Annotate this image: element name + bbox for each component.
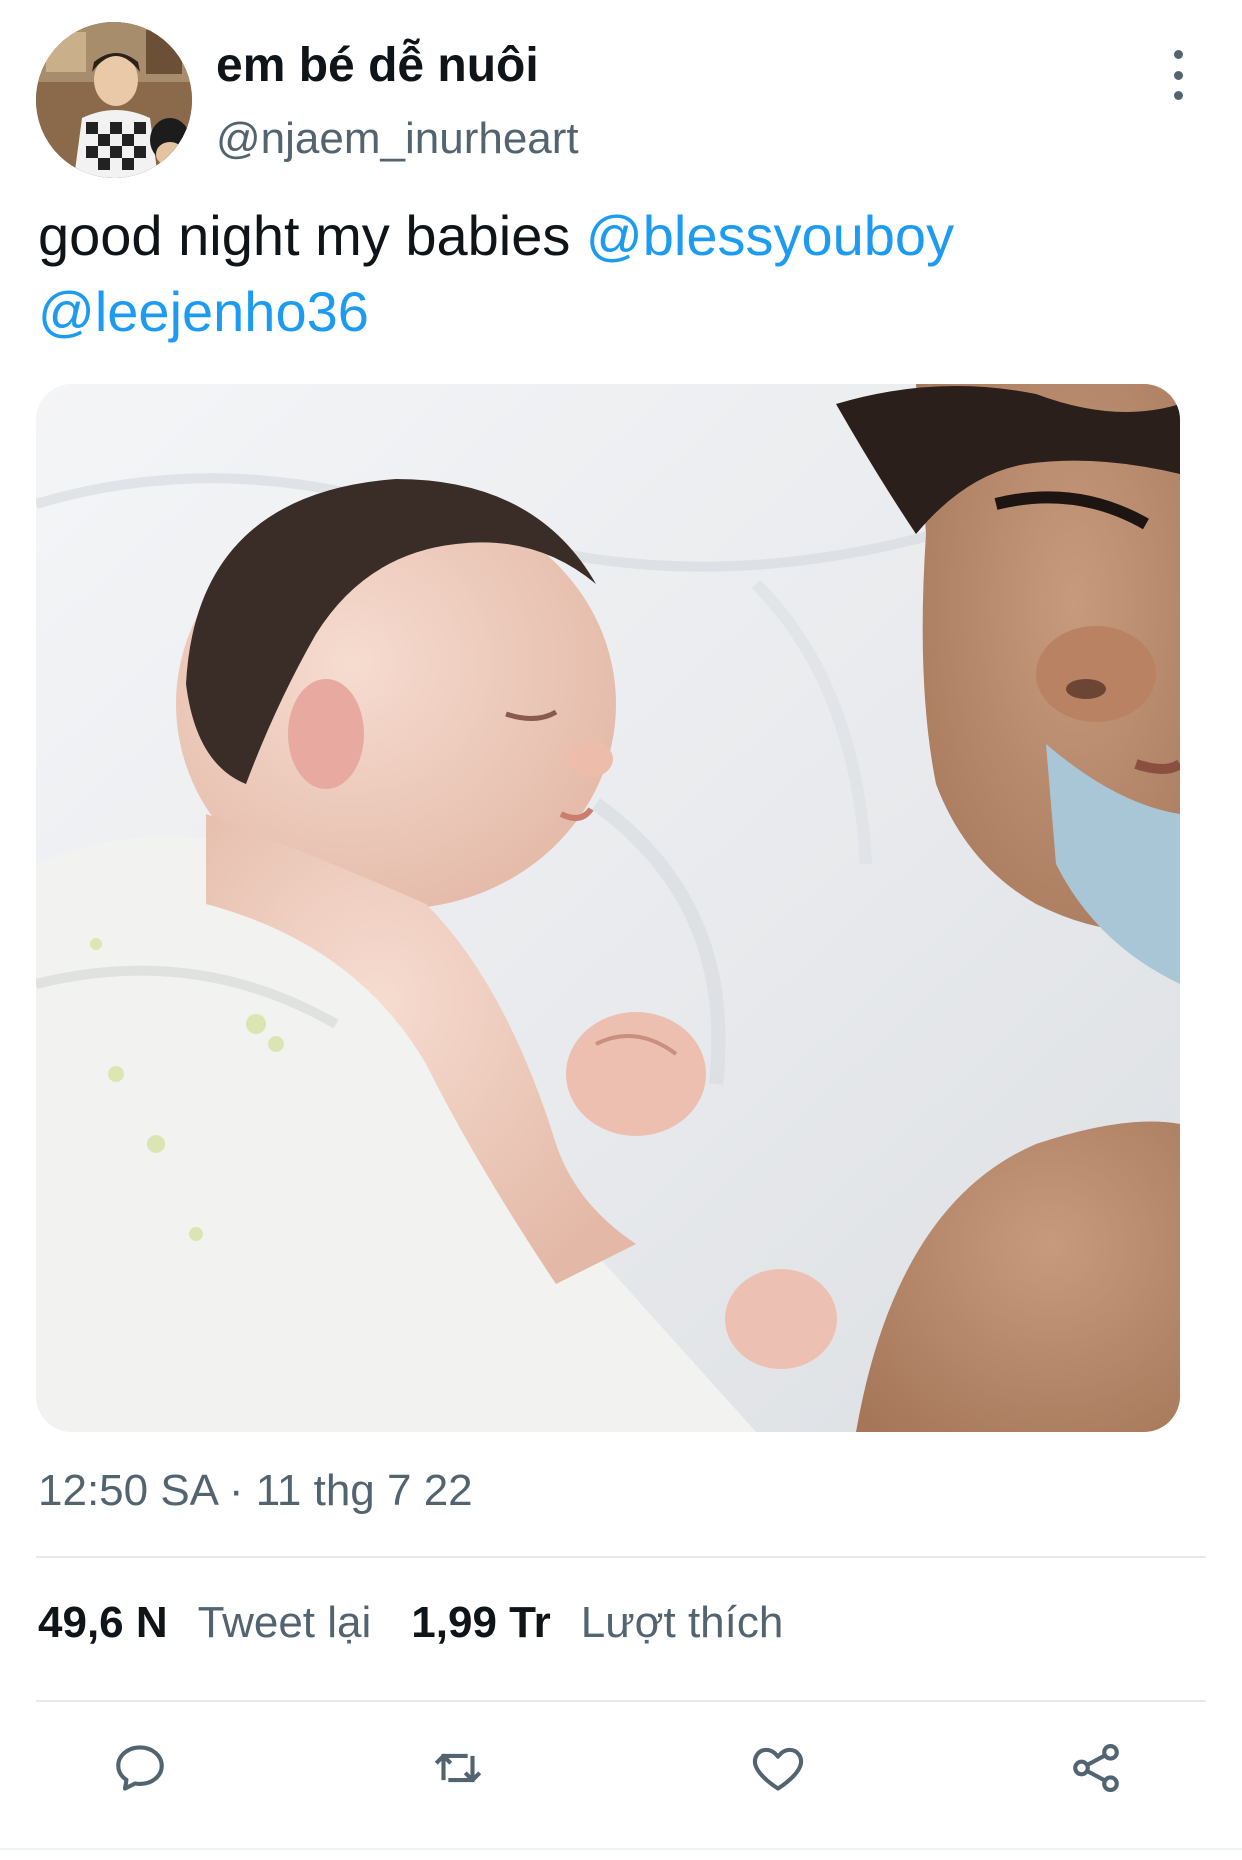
more-options-button[interactable] <box>1160 50 1196 100</box>
mention-link[interactable]: @leejenho36 <box>38 280 369 343</box>
more-vertical-icon-dot <box>1173 70 1183 80</box>
tweet-timestamp[interactable]: 12:50 SA · 11 thg 7 22 <box>38 1466 473 1516</box>
user-handle[interactable]: @njaem_inurheart <box>216 114 579 164</box>
retweet-icon <box>434 1753 482 1783</box>
avatar-image <box>36 22 192 178</box>
mention-link[interactable]: @blessyouboy <box>586 204 954 267</box>
share-button[interactable] <box>1066 1738 1126 1798</box>
more-vertical-icon-dot <box>1173 91 1183 100</box>
like-count: 1,99 Tr <box>411 1598 551 1647</box>
like-button[interactable] <box>748 1738 808 1798</box>
tweet-photo[interactable] <box>36 384 1180 1432</box>
divider <box>0 1848 1242 1850</box>
retweet-count-link[interactable]: 49,6 N Tweet lại <box>38 1598 371 1648</box>
reply-bubble-icon <box>116 1745 164 1791</box>
retweet-label: Tweet lại <box>197 1598 372 1647</box>
retweet-button[interactable] <box>428 1738 488 1798</box>
tweet-text: good night my babies @blessyouboy @leeje… <box>38 198 1198 350</box>
engagement-stats: 49,6 N Tweet lại 1,99 Tr Lượt thích <box>38 1598 783 1648</box>
display-name[interactable]: em bé dễ nuôi <box>216 38 539 93</box>
tweet-body: good night my babies <box>38 204 571 267</box>
reply-button[interactable] <box>110 1738 170 1798</box>
like-label: Lượt thích <box>580 1598 784 1647</box>
divider <box>36 1700 1206 1702</box>
divider <box>36 1556 1206 1558</box>
share-icon <box>1073 1743 1119 1793</box>
avatar[interactable] <box>36 22 192 178</box>
retweet-count: 49,6 N <box>38 1598 168 1647</box>
like-count-link[interactable]: 1,99 Tr Lượt thích <box>411 1598 783 1648</box>
photo-image <box>36 384 1180 1432</box>
more-vertical-icon <box>1173 50 1183 59</box>
heart-icon <box>752 1747 804 1791</box>
